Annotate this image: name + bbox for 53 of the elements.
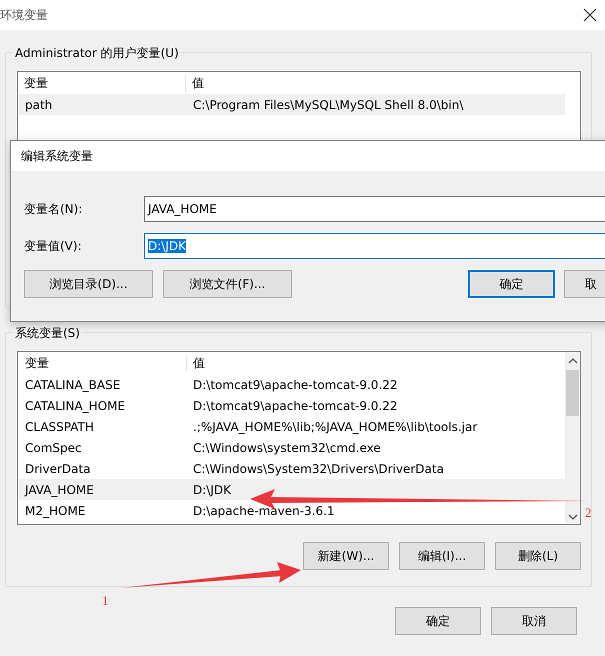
variable-value: D:\tomcat9\apache-tomcat-9.0.22: [193, 378, 398, 392]
annotation-number: 2: [585, 505, 592, 521]
variable-value: D:\tomcat9\apache-tomcat-9.0.22: [193, 398, 398, 412]
dialog-button[interactable]: 取: [564, 270, 605, 298]
column-header[interactable]: 变量: [19, 354, 186, 372]
field-label: 变量名(N):: [24, 200, 84, 218]
close-icon[interactable]: [583, 8, 597, 22]
table-row[interactable]: CATALINA_BASE D:\tomcat9\apache-tomcat-9.0.22: [19, 374, 565, 395]
table-row[interactable]: JAVA_HOME D:\JDK: [19, 479, 565, 500]
dialog-button[interactable]: 删除(L): [495, 542, 581, 570]
dialog-button[interactable]: 确定: [395, 607, 481, 635]
scroll-down-icon[interactable]: [568, 513, 578, 521]
variable-value: .;%JAVA_HOME%\lib;%JAVA_HOME%\lib\tools.jar: [193, 420, 478, 434]
variable-name: ComSpec: [24, 440, 83, 454]
table-row[interactable]: DriverData C:\Windows\System32\Drivers\DriverData: [19, 458, 565, 479]
dialog-button[interactable]: 编辑(I)...: [399, 542, 485, 570]
dialog-button[interactable]: 取消: [491, 607, 577, 635]
dialog-button[interactable]: 新建(W)...: [303, 542, 389, 570]
annotation-number: 1: [102, 593, 108, 609]
input-field[interactable]: D:\JDK: [144, 233, 605, 259]
table-row[interactable]: CATALINA_HOME D:\tomcat9\apache-tomcat-9.0.22: [19, 395, 565, 416]
dialog-button[interactable]: 浏览文件(F)...: [163, 270, 292, 298]
variable-name: CLASSPATH: [24, 420, 95, 434]
group-label: Administrator 的用户变量(U): [13, 45, 181, 62]
variable-value: C:\Windows\System32\Drivers\DriverData: [193, 462, 444, 476]
scroll-thumb[interactable]: [566, 370, 579, 416]
table-row[interactable]: path C:\Program Files\MySQL\MySQL Shell 8.0\bin\: [19, 94, 565, 115]
group-label: 系统变量(S): [13, 325, 82, 342]
variable-name: path: [24, 98, 54, 112]
list-view[interactable]: [17, 351, 581, 525]
column-header[interactable]: 值: [186, 354, 205, 372]
dialog-button[interactable]: 确定: [468, 270, 555, 298]
variable-name: JAVA_HOME: [23, 482, 95, 496]
variable-value: C:\Windows\system32\cmd.exe: [193, 440, 381, 454]
scrollbar[interactable]: [565, 352, 580, 524]
scroll-up-icon[interactable]: [568, 357, 578, 365]
column-header[interactable]: 值: [185, 74, 204, 92]
variable-value: D:\apache-maven-3.6.1: [193, 504, 335, 518]
variable-value: D:\JDK: [193, 482, 231, 496]
variable-value: C:\Program Files\MySQL\MySQL Shell 8.0\bin\: [193, 98, 464, 112]
dialog-title: 编辑系统变量: [21, 148, 93, 164]
variable-name: CATALINA_HOME: [24, 398, 126, 412]
table-row[interactable]: CLASSPATH .;%JAVA_HOME%\lib;%JAVA_HOME%\lib\tools.jar: [19, 416, 565, 437]
column-header[interactable]: 变量: [18, 74, 185, 92]
table-row[interactable]: M2_HOME D:\apache-maven-3.6.1: [19, 500, 565, 521]
window-title: 环境变量: [0, 6, 48, 24]
field-label: 变量值(V):: [24, 238, 83, 254]
input-field[interactable]: JAVA_HOME: [144, 196, 605, 222]
variable-name: DriverData: [24, 462, 92, 476]
variable-name: CATALINA_BASE: [24, 378, 122, 392]
variable-name: M2_HOME: [24, 504, 86, 518]
table-row[interactable]: ComSpec C:\Windows\system32\cmd.exe: [19, 437, 565, 458]
dialog-button[interactable]: 浏览目录(D)...: [24, 270, 153, 298]
